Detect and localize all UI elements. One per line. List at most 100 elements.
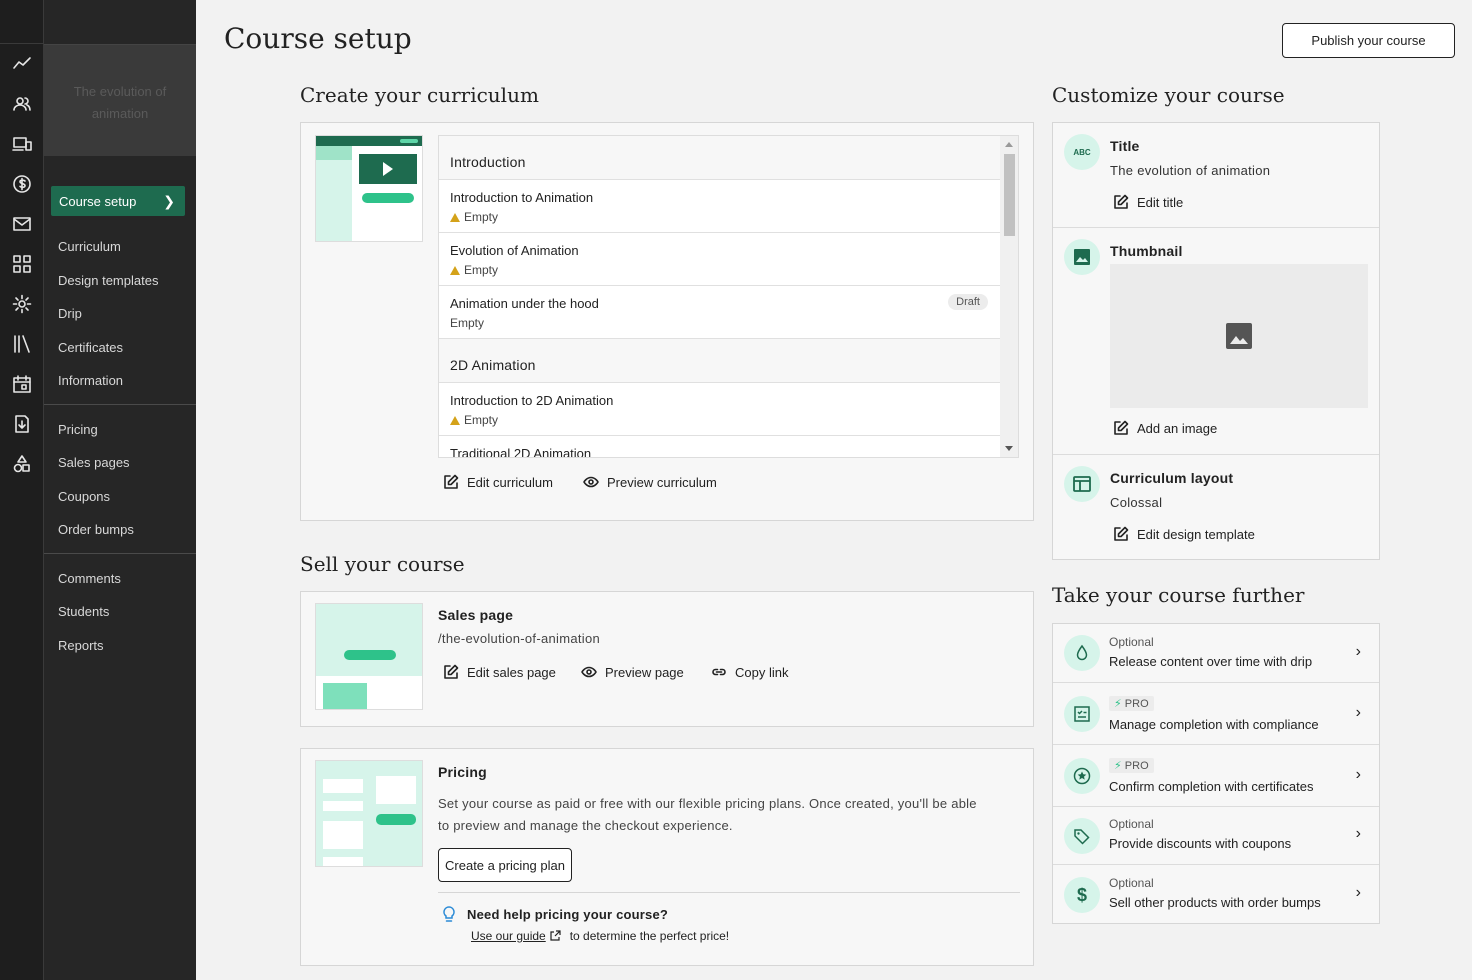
- customize-card: ABC Title The evolution of animation Edi…: [1052, 122, 1380, 560]
- menu-item-students[interactable]: Students: [44, 595, 196, 629]
- lesson-title: Animation under the hood: [450, 296, 599, 311]
- further-item-coupons[interactable]: Optional Provide discounts with coupons …: [1053, 807, 1379, 865]
- edit-icon: [444, 664, 459, 679]
- menu-item-drip[interactable]: Drip: [44, 297, 196, 331]
- thumbnail-placeholder[interactable]: [1110, 264, 1368, 408]
- abc-icon-text: ABC: [1073, 147, 1091, 157]
- curriculum-list[interactable]: Introduction Introduction to Animation E…: [438, 135, 1019, 458]
- pro-badge: ⚡ PRO: [1109, 758, 1154, 773]
- optional-tag: Optional: [1109, 635, 1154, 649]
- menu-item-certificates[interactable]: Certificates: [44, 331, 196, 365]
- preview-page-link[interactable]: Preview page: [581, 664, 684, 680]
- add-image-link[interactable]: Add an image: [1113, 420, 1217, 436]
- users-icon[interactable]: [0, 84, 43, 124]
- library-icon[interactable]: [0, 324, 43, 364]
- further-item-drip[interactable]: Optional Release content over time with …: [1053, 624, 1379, 683]
- edit-icon: [1114, 194, 1129, 209]
- pricing-description-line1: Set your course as paid or free with our…: [438, 796, 977, 811]
- menu-item-label: Course setup: [59, 193, 137, 209]
- lesson-status-text: Empty: [464, 413, 499, 427]
- calendar-icon[interactable]: [0, 364, 43, 404]
- menu-item-order-bumps[interactable]: Order bumps: [44, 513, 196, 547]
- thumbnail-row: Thumbnail Add an image: [1053, 228, 1379, 455]
- menu-item-pricing[interactable]: Pricing: [44, 413, 196, 447]
- chapter-header[interactable]: Introduction: [439, 136, 1018, 180]
- menu-item-coupons[interactable]: Coupons: [44, 480, 196, 514]
- layout-value: Colossal: [1110, 495, 1163, 510]
- star-badge-icon: [1064, 758, 1100, 794]
- menu-item-course-setup[interactable]: Course setup ❯: [51, 186, 185, 216]
- use-our-guide-link[interactable]: Use our guide: [471, 929, 546, 943]
- shapes-icon[interactable]: [0, 444, 43, 484]
- preview-curriculum-label: Preview curriculum: [607, 474, 717, 490]
- menu-item-reports[interactable]: Reports: [44, 629, 196, 663]
- menu-top: [44, 0, 196, 44]
- menu-item-comments[interactable]: Comments: [44, 562, 196, 596]
- help-title: Need help pricing your course?: [467, 907, 669, 922]
- curriculum-illustration: [315, 135, 423, 242]
- dollar-icon[interactable]: [0, 164, 43, 204]
- curriculum-scrollbar[interactable]: [1000, 136, 1018, 457]
- drop-icon: [1064, 635, 1100, 671]
- grid-icon[interactable]: [0, 244, 43, 284]
- edit-title-link[interactable]: Edit title: [1113, 194, 1183, 210]
- chevron-right-icon: ›: [1355, 884, 1361, 901]
- checklist-icon: [1064, 696, 1100, 732]
- edit-curriculum-label: Edit curriculum: [467, 474, 553, 490]
- edit-sales-page-label: Edit sales page: [467, 664, 556, 680]
- lesson-row[interactable]: Introduction to Animation Empty: [439, 180, 1000, 233]
- abc-icon: ABC: [1064, 134, 1100, 170]
- publish-course-button[interactable]: Publish your course: [1282, 23, 1455, 58]
- pro-badge-text: PRO: [1124, 760, 1149, 772]
- copy-link-label: Copy link: [735, 664, 789, 680]
- pricing-card: Pricing Set your course as paid or free …: [300, 748, 1034, 966]
- lesson-row[interactable]: Evolution of Animation Empty: [439, 233, 1000, 286]
- lesson-row[interactable]: Traditional 2D Animation: [439, 436, 1000, 457]
- help-text: Use our guide to determine the perfect p…: [471, 929, 729, 943]
- menu-item-curriculum[interactable]: Curriculum: [44, 230, 196, 264]
- image-placeholder-icon: [1226, 323, 1252, 349]
- pricing-label: Pricing: [438, 764, 487, 780]
- chapter-header[interactable]: 2D Animation: [439, 339, 1018, 383]
- further-item-certificates[interactable]: ⚡ PRO Confirm completion with certificat…: [1053, 745, 1379, 807]
- main-content: Course setup Publish your course Create …: [196, 0, 1472, 980]
- course-thumbnail[interactable]: The evolution of animation: [44, 44, 196, 156]
- lesson-row[interactable]: Animation under the hood Empty Draft: [439, 286, 1000, 339]
- menu-divider: [44, 403, 196, 405]
- edit-sales-page-link[interactable]: Edit sales page: [443, 664, 556, 680]
- mail-icon[interactable]: [0, 204, 43, 244]
- course-menu: The evolution of animation Course setup …: [43, 0, 196, 980]
- download-icon[interactable]: [0, 404, 43, 444]
- further-item-compliance[interactable]: ⚡ PRO Manage completion with compliance …: [1053, 683, 1379, 745]
- copy-link-button[interactable]: Copy link: [711, 664, 788, 680]
- eye-icon: [583, 476, 599, 488]
- chevron-right-icon: ›: [1355, 643, 1361, 660]
- further-item-text: Release content over time with drip: [1109, 654, 1313, 669]
- scrollbar-thumb[interactable]: [1004, 154, 1015, 236]
- preview-curriculum-link[interactable]: Preview curriculum: [583, 474, 717, 490]
- edit-curriculum-link[interactable]: Edit curriculum: [443, 474, 553, 490]
- add-image-label: Add an image: [1137, 420, 1218, 436]
- lesson-status-text: Empty: [450, 316, 485, 330]
- draft-badge: Draft: [948, 294, 988, 310]
- edit-icon: [1114, 420, 1129, 435]
- link-icon: [712, 668, 726, 676]
- menu-item-information[interactable]: Information: [44, 364, 196, 398]
- gear-icon[interactable]: [0, 284, 43, 324]
- scroll-down-icon[interactable]: [1005, 446, 1013, 451]
- image-icon: [1064, 239, 1100, 275]
- scroll-up-icon[interactable]: [1005, 142, 1013, 147]
- lesson-row[interactable]: Introduction to 2D Animation Empty: [439, 383, 1000, 436]
- lesson-status: Empty: [450, 263, 989, 277]
- create-pricing-plan-button[interactable]: Create a pricing plan: [438, 848, 572, 882]
- devices-icon[interactable]: [0, 124, 43, 164]
- edit-design-template-link[interactable]: Edit design template: [1113, 526, 1255, 542]
- edit-title-label: Edit title: [1137, 194, 1184, 210]
- menu-item-design-templates[interactable]: Design templates: [44, 264, 196, 298]
- warning-icon: [450, 415, 460, 425]
- menu-item-sales-pages[interactable]: Sales pages: [44, 446, 196, 480]
- chevron-right-icon: ❯: [163, 192, 175, 209]
- edit-icon: [1114, 526, 1129, 541]
- analytics-icon[interactable]: [0, 44, 43, 84]
- further-item-order-bumps[interactable]: $ Optional Sell other products with orde…: [1053, 865, 1379, 924]
